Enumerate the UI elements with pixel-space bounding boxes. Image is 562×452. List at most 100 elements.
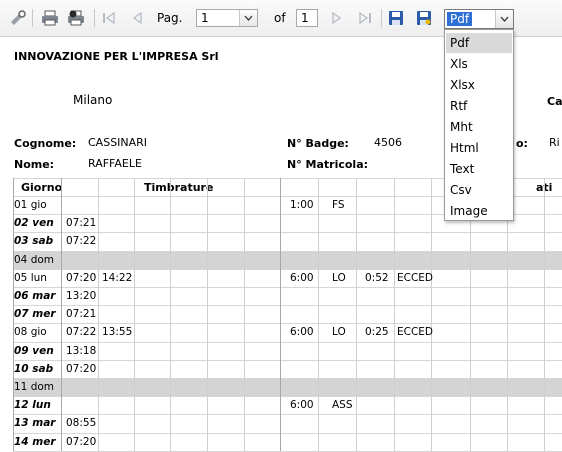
right-field-label: o: xyxy=(516,137,528,150)
first-page-icon[interactable] xyxy=(100,9,118,27)
punch-in-cell: 07:20 xyxy=(66,362,97,375)
punch-out-cell: 14:22 xyxy=(102,271,133,284)
right-field-value: Ri xyxy=(549,136,560,149)
print-icon[interactable] xyxy=(40,9,60,27)
row-divider xyxy=(13,268,562,270)
company-name: INNOVAZIONE PER L'IMPRESA Srl xyxy=(14,50,219,63)
prev-page-icon[interactable] xyxy=(128,9,146,27)
extra-cell: 0:52 xyxy=(365,271,389,284)
extra-cell: 0:25 xyxy=(365,326,389,339)
option-image[interactable]: Image xyxy=(446,201,512,221)
right-header-label: Ca xyxy=(547,95,562,108)
day-cell: 02 ven xyxy=(14,217,54,230)
name-value: RAFFAELE xyxy=(88,157,142,170)
column-divider xyxy=(356,178,357,451)
option-rtf[interactable]: Rtf xyxy=(446,96,512,116)
option-mht[interactable]: Mht xyxy=(446,117,512,137)
chevron-down-icon[interactable] xyxy=(239,10,257,26)
toolbar-separator xyxy=(32,9,33,27)
column-divider xyxy=(244,178,245,451)
export-format-value: Pdf xyxy=(447,12,473,26)
print-setup-icon[interactable] xyxy=(66,9,88,27)
day-cell: 11 dom xyxy=(14,381,55,393)
holiday-row-band xyxy=(13,250,562,269)
day-cell: 10 sab xyxy=(14,362,54,375)
option-pdf[interactable]: Pdf xyxy=(446,33,512,53)
badge-value: 4506 xyxy=(374,136,402,149)
code-cell: ASS xyxy=(332,399,353,412)
punch-in-cell: 13:20 xyxy=(66,290,97,302)
column-divider xyxy=(280,178,281,451)
holiday-row-band xyxy=(13,378,562,396)
option-xlsx[interactable]: Xlsx xyxy=(446,75,512,95)
city-label: Milano xyxy=(73,93,113,107)
total-pages-field: 1 xyxy=(296,9,318,27)
punch-in-cell: 07:20 xyxy=(66,435,97,448)
settings-icon[interactable] xyxy=(8,9,28,27)
row-divider xyxy=(13,232,562,234)
hours-cell: 1:00 xyxy=(290,199,314,211)
column-divider xyxy=(170,178,171,451)
option-xls[interactable]: Xls xyxy=(446,54,512,74)
column-divider xyxy=(544,178,545,451)
surname-value: CASSINARI xyxy=(88,136,148,149)
column-divider xyxy=(98,178,99,451)
day-cell: 05 lun xyxy=(14,271,47,284)
surname-label: Cognome: xyxy=(14,137,77,150)
excess-cell: ECCED xyxy=(397,326,434,339)
day-cell: 01 gio xyxy=(14,199,47,211)
of-label: of xyxy=(274,11,286,25)
option-text[interactable]: Text xyxy=(446,159,512,179)
code-cell: LO xyxy=(332,271,346,284)
row-divider xyxy=(13,396,562,398)
save-as-icon[interactable] xyxy=(414,9,434,27)
code-cell: FS xyxy=(332,199,345,211)
code-cell: LO xyxy=(332,326,346,339)
punch-in-cell: 08:55 xyxy=(66,417,97,430)
column-divider xyxy=(431,178,432,451)
page-number-select[interactable]: 1 xyxy=(196,9,258,27)
punch-in-cell: 07:21 xyxy=(66,217,97,230)
day-cell: 04 dom xyxy=(14,253,55,266)
toolbar-separator xyxy=(381,9,382,27)
badge-label: N° Badge: xyxy=(287,137,349,150)
day-cell: 14 mer xyxy=(14,435,56,448)
column-header-punches: Timbrature xyxy=(144,181,214,194)
column-divider xyxy=(134,178,135,451)
day-cell: 09 ven xyxy=(14,344,54,357)
chevron-down-icon[interactable] xyxy=(495,10,513,28)
day-cell: 13 mar xyxy=(14,417,56,430)
day-cell: 08 gio xyxy=(14,326,47,339)
row-divider xyxy=(13,414,562,416)
punch-in-cell: 07:22 xyxy=(66,235,97,248)
page-label: Pag. xyxy=(157,11,183,25)
day-cell: 03 sab xyxy=(14,235,54,248)
row-divider xyxy=(13,323,562,325)
next-page-icon[interactable] xyxy=(328,9,346,27)
column-divider xyxy=(394,178,395,451)
hours-cell: 6:00 xyxy=(290,399,314,412)
row-divider xyxy=(13,341,562,343)
punch-out-cell: 13:55 xyxy=(102,326,133,339)
option-csv[interactable]: Csv xyxy=(446,180,512,200)
row-divider xyxy=(13,378,562,379)
export-format-select[interactable]: Pdf xyxy=(444,9,514,29)
save-icon[interactable] xyxy=(386,9,406,27)
hours-cell: 6:00 xyxy=(290,271,314,284)
day-cell: 06 mar xyxy=(14,290,56,302)
row-divider xyxy=(13,305,562,307)
name-label: Nome: xyxy=(14,158,55,171)
option-html[interactable]: Html xyxy=(446,138,512,158)
punch-in-cell: 07:22 xyxy=(66,326,97,339)
hours-cell: 6:00 xyxy=(290,326,314,339)
day-cell: 07 mer xyxy=(14,308,56,321)
current-page-value: 1 xyxy=(201,11,209,25)
column-divider xyxy=(61,178,62,451)
row-divider xyxy=(13,287,562,288)
row-divider xyxy=(13,432,562,434)
last-page-icon[interactable] xyxy=(355,9,375,27)
export-format-list: Pdf Xls Xlsx Rtf Mht Html Text Csv Image xyxy=(444,29,514,221)
row-divider xyxy=(13,250,562,252)
column-divider xyxy=(207,178,208,451)
excess-cell: ECCED xyxy=(397,271,434,284)
